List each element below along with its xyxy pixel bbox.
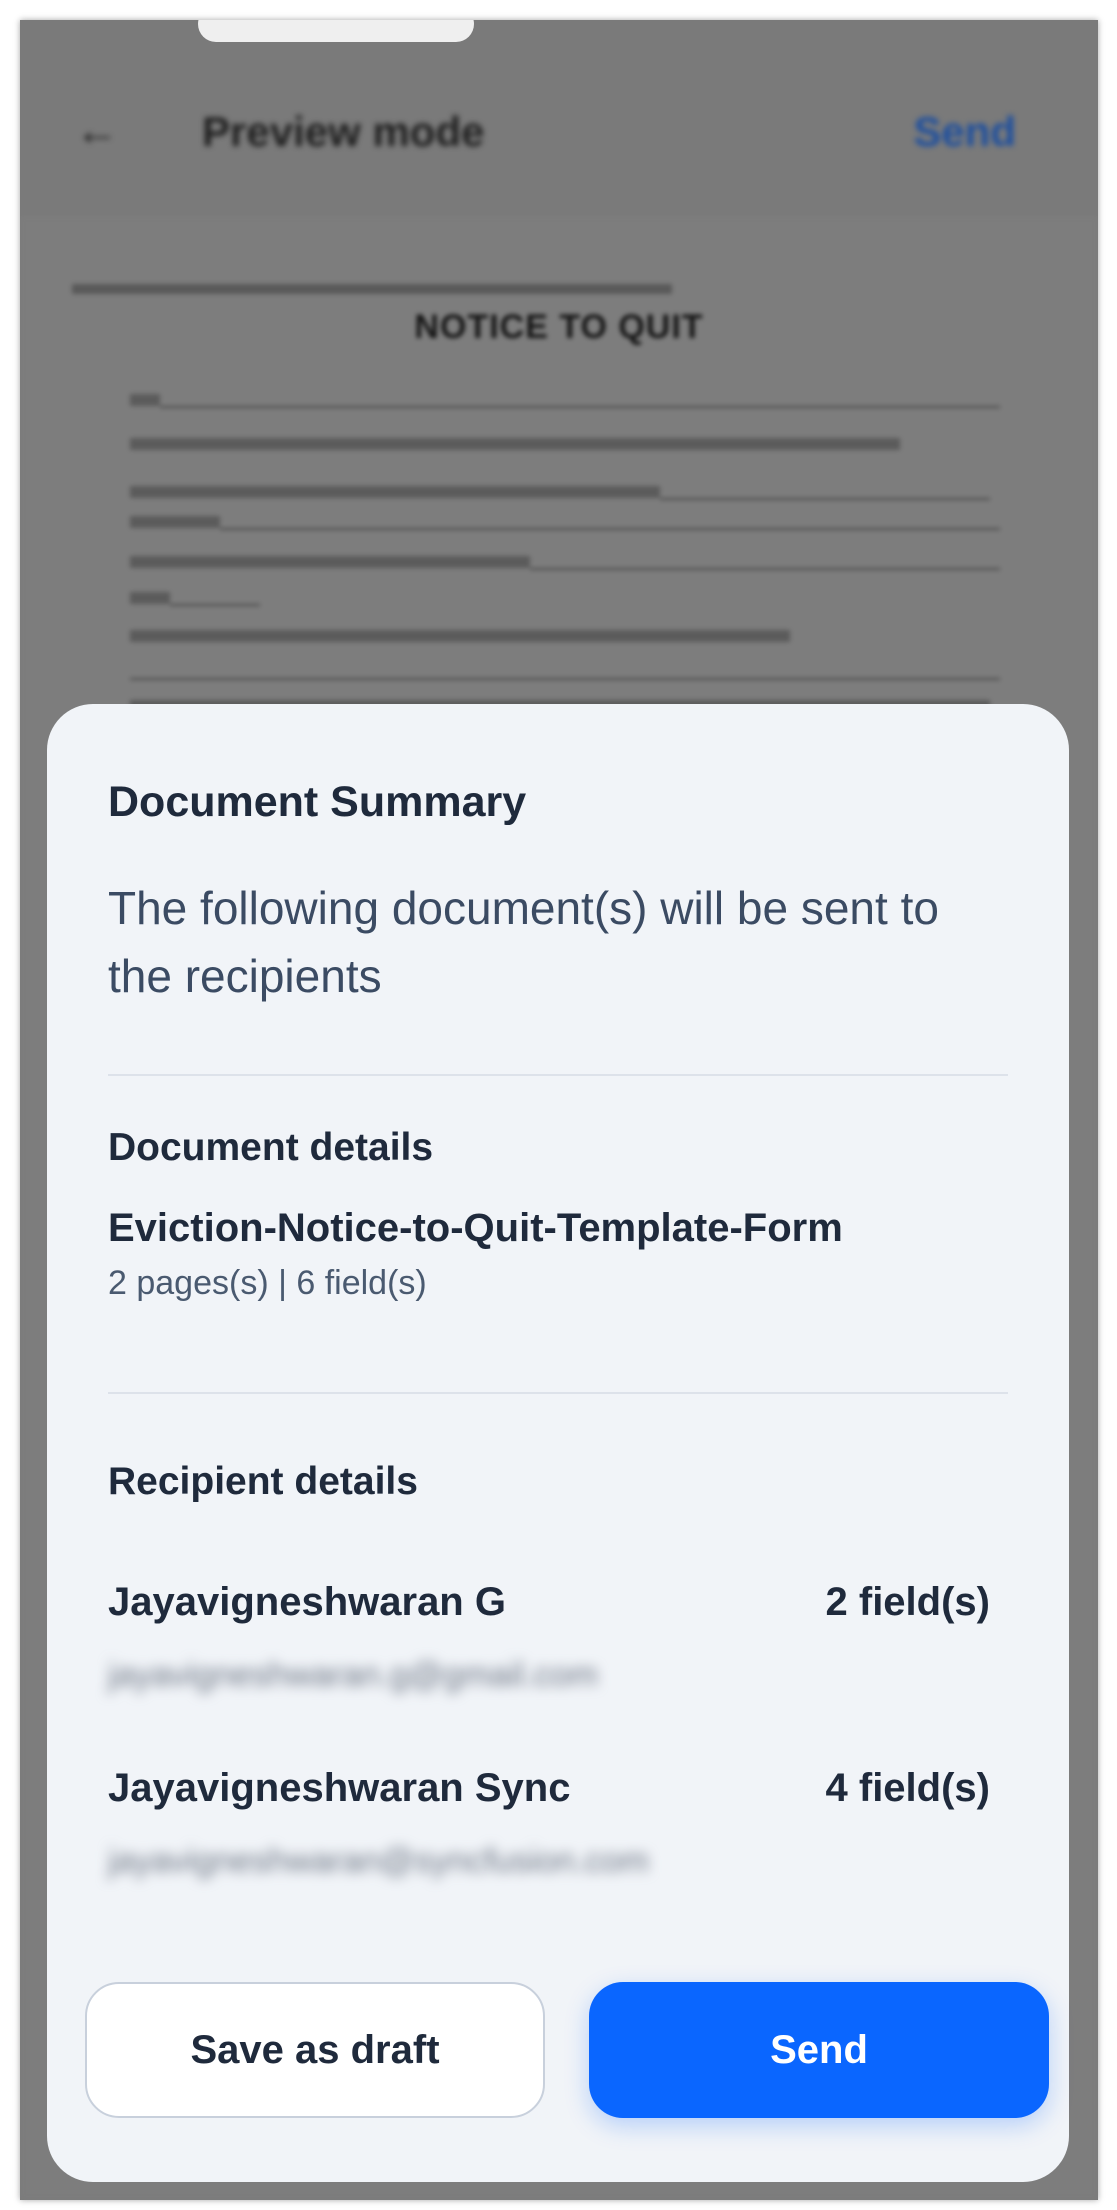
back-arrow-icon[interactable]: ← (75, 106, 119, 156)
recipient-field-count: 2 field(s) (825, 1580, 990, 1624)
send-button[interactable]: Send (589, 1982, 1049, 2118)
document-meta: 2 pages(s) | 6 field(s) (108, 1264, 427, 1302)
document-blank-line (220, 528, 1000, 530)
recipient-field-count: 4 field(s) (825, 1766, 990, 1810)
phone-screen: ← Preview mode Send NOTICE TO QUIT Docum… (20, 20, 1098, 2200)
recipient-email: jayavigneshwaran.g@gmail.com (108, 1656, 598, 1694)
document-name: Eviction-Notice-to-Quit-Template-Form (108, 1206, 843, 1250)
document-summary-sheet: Document Summary The following document(… (47, 704, 1069, 2182)
divider (108, 1074, 1008, 1076)
recipient-row: Jayavigneshwaran Sync 4 field(s) jayavig… (108, 1766, 1038, 1886)
document-text (130, 592, 170, 604)
save-as-draft-button[interactable]: Save as draft (85, 1982, 545, 2118)
document-text (130, 630, 790, 642)
document-details-label: Document details (108, 1126, 434, 1169)
sheet-subtitle: The following document(s) will be sent t… (108, 882, 939, 1002)
sheet-title: Document Summary (108, 778, 527, 826)
document-text (130, 438, 900, 450)
document-text (130, 516, 220, 528)
document-text (130, 394, 160, 406)
document-text (130, 486, 660, 498)
app-bar: ← Preview mode Send (20, 60, 1098, 216)
page-title: Preview mode (202, 108, 485, 155)
top-send-button[interactable]: Send (913, 108, 1016, 156)
document-blank-line (660, 498, 990, 500)
document-blank-line (170, 604, 260, 606)
divider (108, 1392, 1008, 1394)
recipient-details-label: Recipient details (108, 1460, 418, 1503)
recipient-row: Jayavigneshwaran G 2 field(s) jayavignes… (108, 1580, 1038, 1700)
recipient-name: Jayavigneshwaran G (108, 1580, 506, 1624)
recipient-email: jayavigneshwaran@syncfusion.com (108, 1842, 649, 1880)
status-bar-notch (198, 20, 474, 42)
recipient-name: Jayavigneshwaran Sync (108, 1766, 571, 1810)
document-heading: NOTICE TO QUIT (414, 308, 704, 346)
document-blank-line (130, 678, 1000, 680)
document-text (130, 556, 530, 568)
document-blank-line (160, 406, 1000, 408)
document-note (72, 284, 672, 294)
document-blank-line (530, 568, 1000, 570)
